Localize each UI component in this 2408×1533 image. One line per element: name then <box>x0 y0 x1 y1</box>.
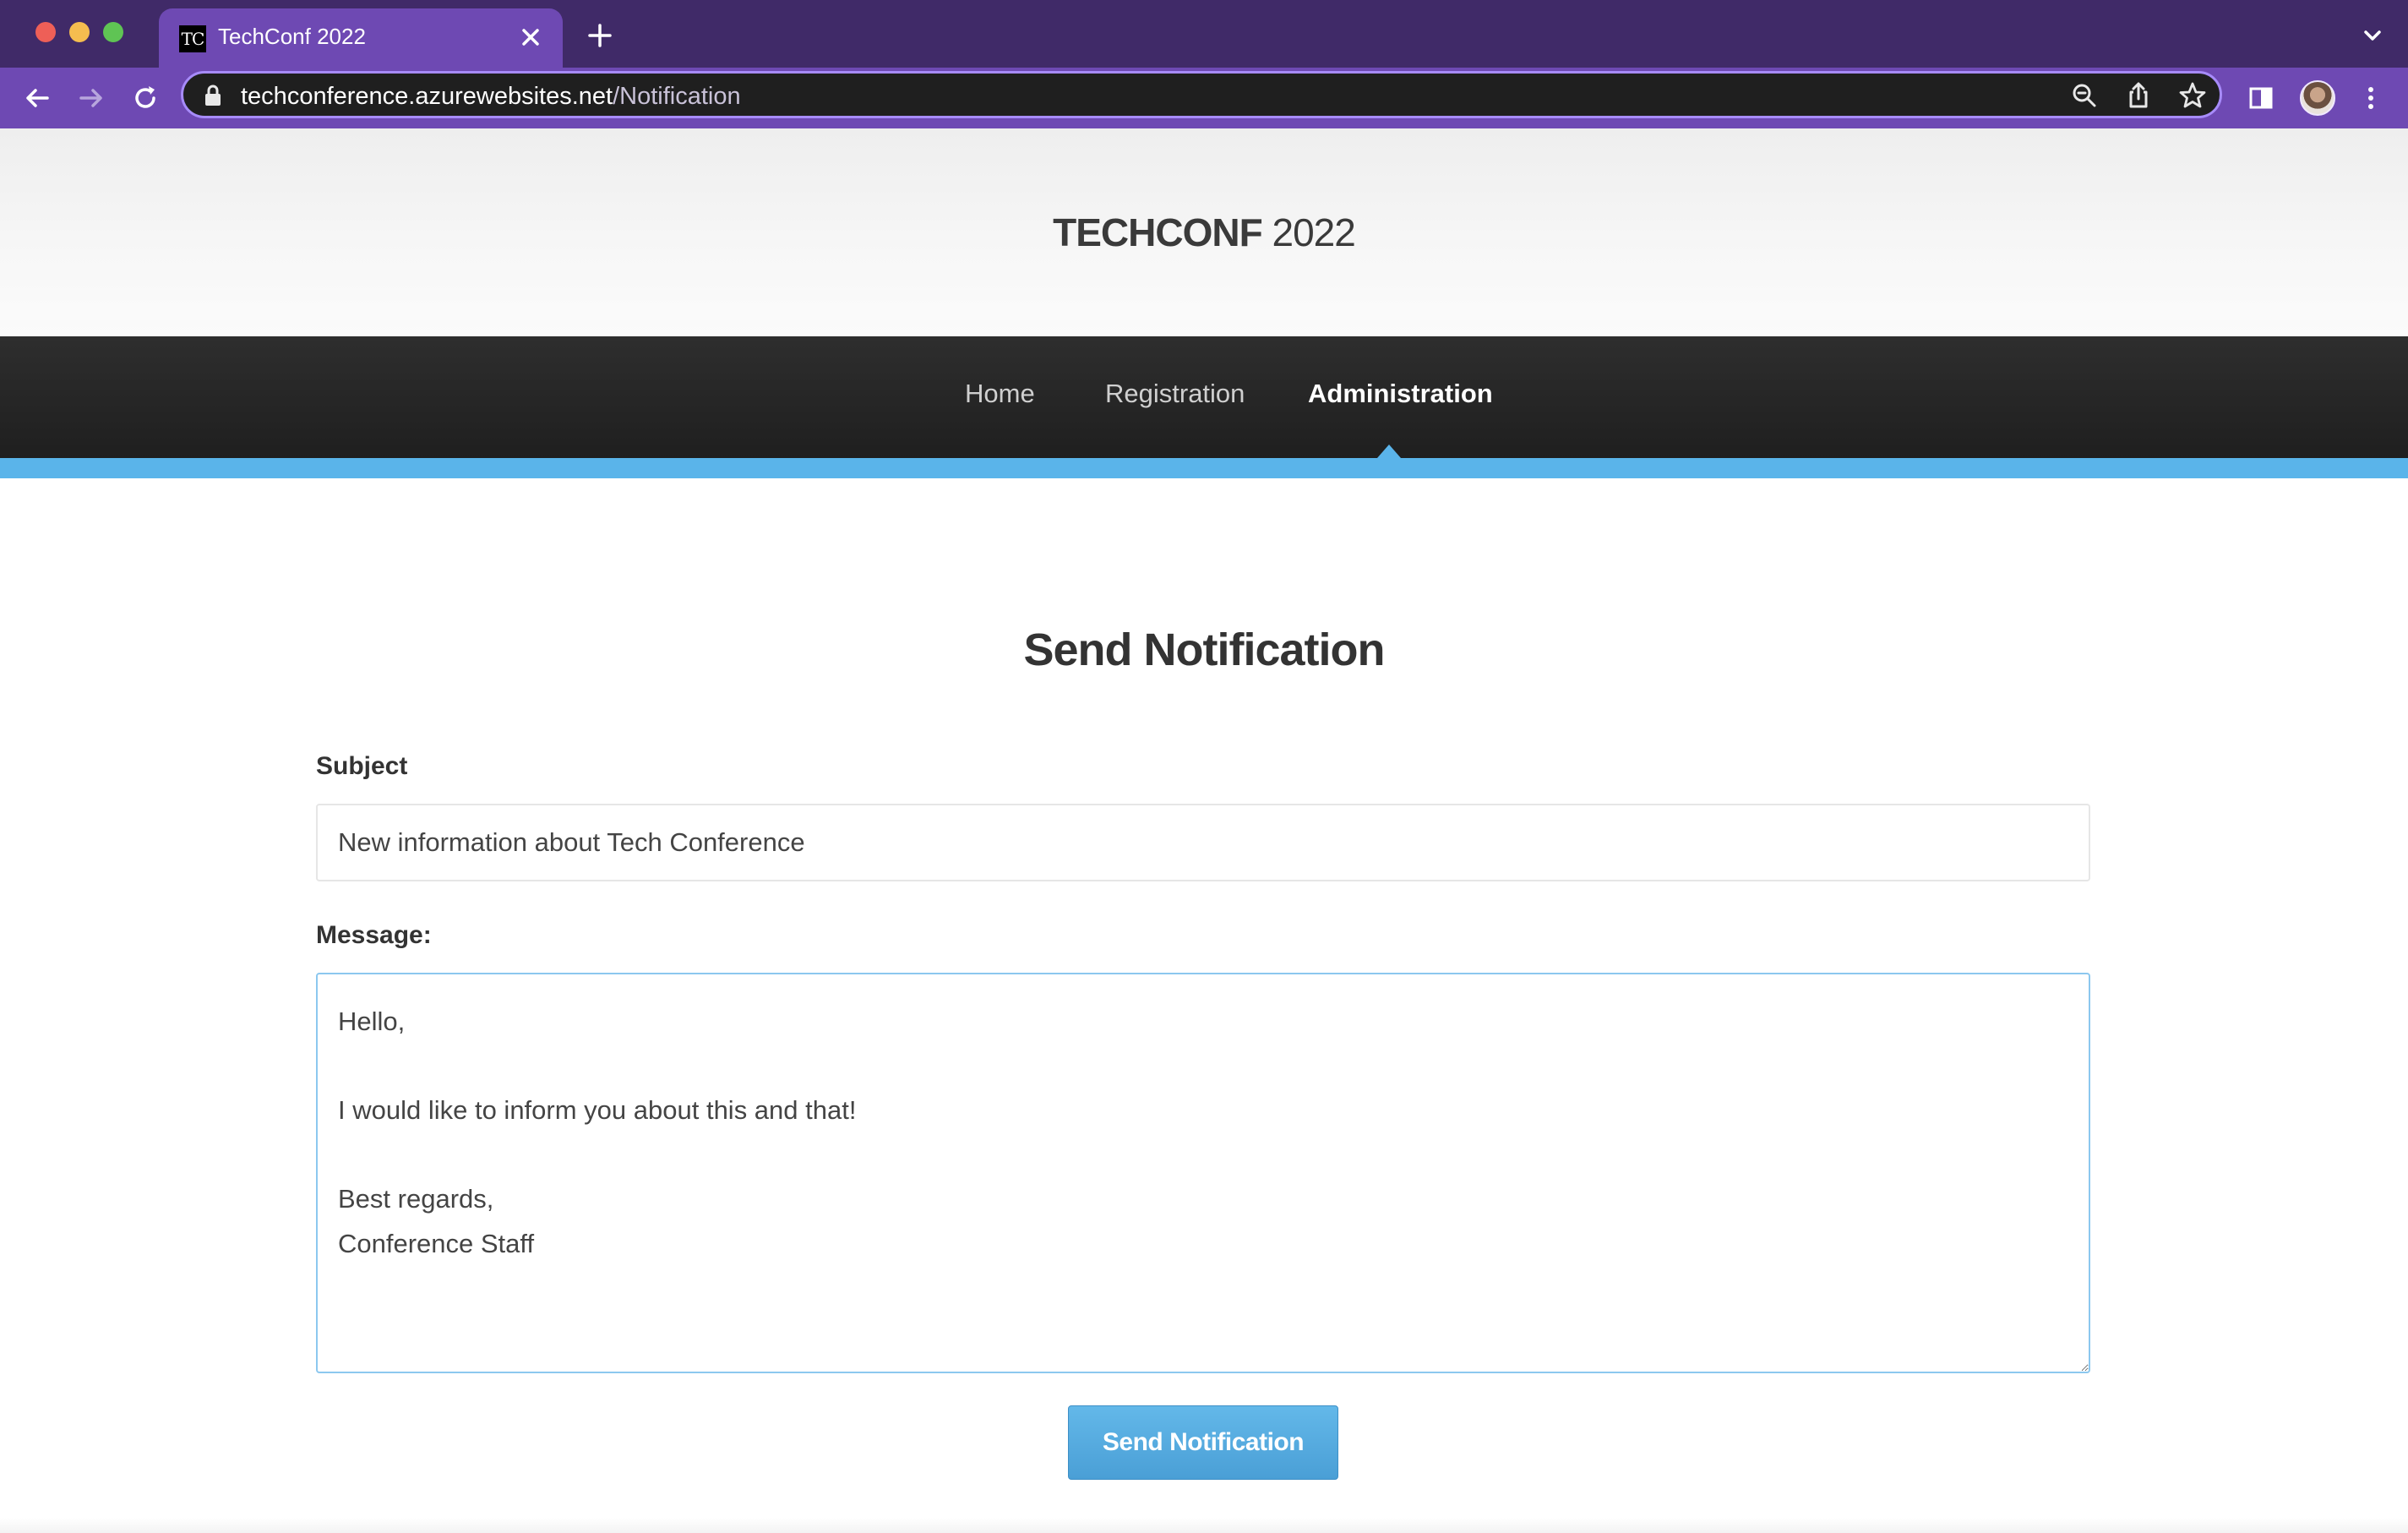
avatar-icon[interactable] <box>2300 80 2335 116</box>
subject-label: Subject <box>316 752 408 780</box>
page-title: Send Notification <box>1023 625 1386 675</box>
back-arrow-icon[interactable] <box>20 81 54 115</box>
window-maximize-button[interactable] <box>103 22 123 42</box>
nav-accent-bar <box>0 458 2408 478</box>
share-icon[interactable] <box>2123 80 2154 111</box>
window-minimize-button[interactable] <box>69 22 90 42</box>
nav-registration[interactable]: Registration <box>1105 379 1245 409</box>
browser-tab-active[interactable]: TC TechConf 2022 <box>159 8 563 68</box>
send-notification-button[interactable]: Send Notification <box>1068 1405 1338 1480</box>
window-close-button[interactable] <box>35 22 56 42</box>
forward-arrow-icon[interactable] <box>74 81 108 115</box>
nav-home[interactable]: Home <box>965 379 1035 409</box>
subject-input[interactable] <box>316 804 2090 881</box>
url-host: techconference.azurewebsites.net <box>241 83 613 110</box>
more-vertical-icon[interactable] <box>2354 81 2388 115</box>
page-bottom-edge <box>0 1518 2408 1533</box>
address-bar[interactable]: techconference.azurewebsites.net/Notific… <box>181 71 2222 118</box>
side-panel-icon[interactable] <box>2244 81 2278 115</box>
active-nav-indicator <box>1377 445 1401 458</box>
browser-tabstrip: TC TechConf 2022 <box>0 0 2408 68</box>
site-logo[interactable]: TECHCONF 2022 <box>0 210 2408 255</box>
tab-title: TechConf 2022 <box>218 24 366 49</box>
lock-icon[interactable] <box>202 84 224 107</box>
site-header: TECHCONF 2022 <box>0 128 2408 336</box>
nav-administration[interactable]: Administration <box>1308 379 1493 409</box>
zoom-icon[interactable] <box>2069 80 2100 111</box>
favicon: TC <box>179 25 206 52</box>
close-icon[interactable] <box>514 20 548 54</box>
brand-name: TECHCONF <box>1053 210 1263 254</box>
brand-year: 2022 <box>1272 210 1355 254</box>
message-textarea[interactable]: Hello, I would like to inform you about … <box>316 973 2090 1373</box>
main-nav: Home Registration Administration <box>0 336 2408 458</box>
browser-toolbar: techconference.azurewebsites.net/Notific… <box>0 68 2408 128</box>
reload-icon[interactable] <box>128 81 162 115</box>
url-text[interactable]: techconference.azurewebsites.net/Notific… <box>241 83 741 111</box>
plus-icon[interactable] <box>583 19 617 52</box>
chevron-down-icon[interactable] <box>2357 20 2388 51</box>
star-icon[interactable] <box>2177 80 2208 111</box>
message-label: Message: <box>316 921 432 949</box>
url-path: /Notification <box>613 83 741 110</box>
